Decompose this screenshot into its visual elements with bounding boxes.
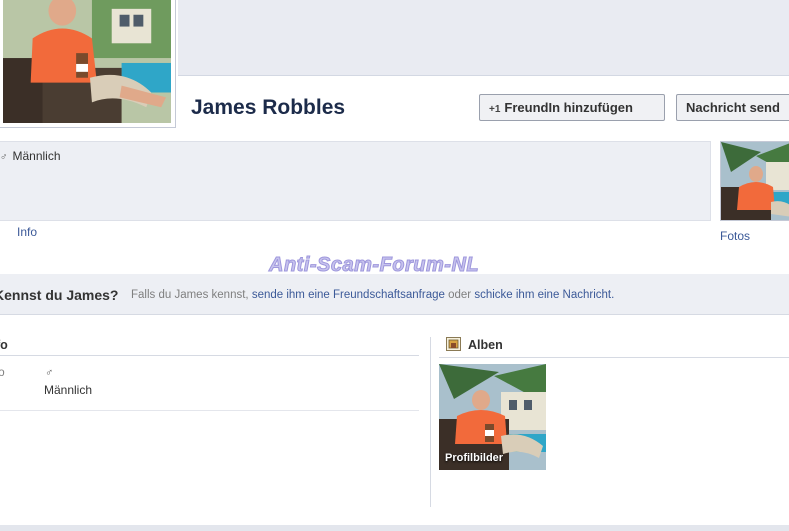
add-friend-button[interactable]: +1 FreundIn hinzufügen — [479, 94, 665, 121]
footer-strip — [0, 525, 789, 531]
info-row-divider — [0, 410, 419, 411]
profile-photo — [3, 0, 171, 123]
info-summary-box — [0, 141, 711, 221]
cover-area — [178, 0, 789, 75]
profile-name: James Robbles — [191, 96, 346, 119]
album-tile-profilbilder[interactable]: Profilbilder — [439, 364, 546, 470]
male-icon: ♂ — [45, 367, 54, 379]
profile-picture[interactable] — [0, 0, 176, 128]
add-friend-label: FreundIn hinzufügen — [504, 100, 633, 115]
send-message-button[interactable]: Nachricht send — [676, 94, 789, 121]
info-section-title: fo — [0, 338, 8, 352]
add-friend-icon: +1 — [489, 104, 501, 115]
know-bar-middle: oder — [448, 289, 472, 301]
column-divider — [430, 337, 431, 507]
info-link[interactable]: Info — [17, 225, 37, 239]
gender-value: Männlich — [44, 383, 93, 397]
gender-summary: ♂ Männlich — [0, 149, 61, 163]
albums-section-divider — [439, 357, 789, 358]
fotos-thumbnail[interactable] — [720, 141, 789, 221]
photo-album-icon — [446, 337, 461, 351]
gender-summary-value: Männlich — [12, 149, 61, 163]
send-message-link[interactable]: schicke ihm eine Nachricht — [474, 289, 611, 301]
fotos-link[interactable]: Fotos — [720, 229, 750, 243]
albums-section-title: Alben — [468, 338, 503, 352]
album-label: Profilbilder — [445, 452, 504, 464]
know-bar-text: Falls du James kennst, sende ihm eine Fr… — [131, 289, 614, 301]
know-bar-suffix: . — [611, 289, 615, 301]
cover-divider — [178, 75, 789, 76]
know-bar-title: Kennst du James? — [0, 287, 119, 303]
info-section-divider — [0, 355, 419, 356]
profile-photo-image — [3, 0, 171, 123]
friend-request-link[interactable]: sende ihm eine Freundschaftsanfrage — [252, 289, 445, 301]
male-icon: ♂ — [0, 152, 8, 163]
know-bar-prefix: Falls du James kennst, — [131, 289, 249, 301]
send-message-label: Nachricht send — [686, 100, 780, 115]
info-row-label: fo — [0, 367, 5, 379]
fotos-thumbnail-image — [721, 142, 789, 220]
